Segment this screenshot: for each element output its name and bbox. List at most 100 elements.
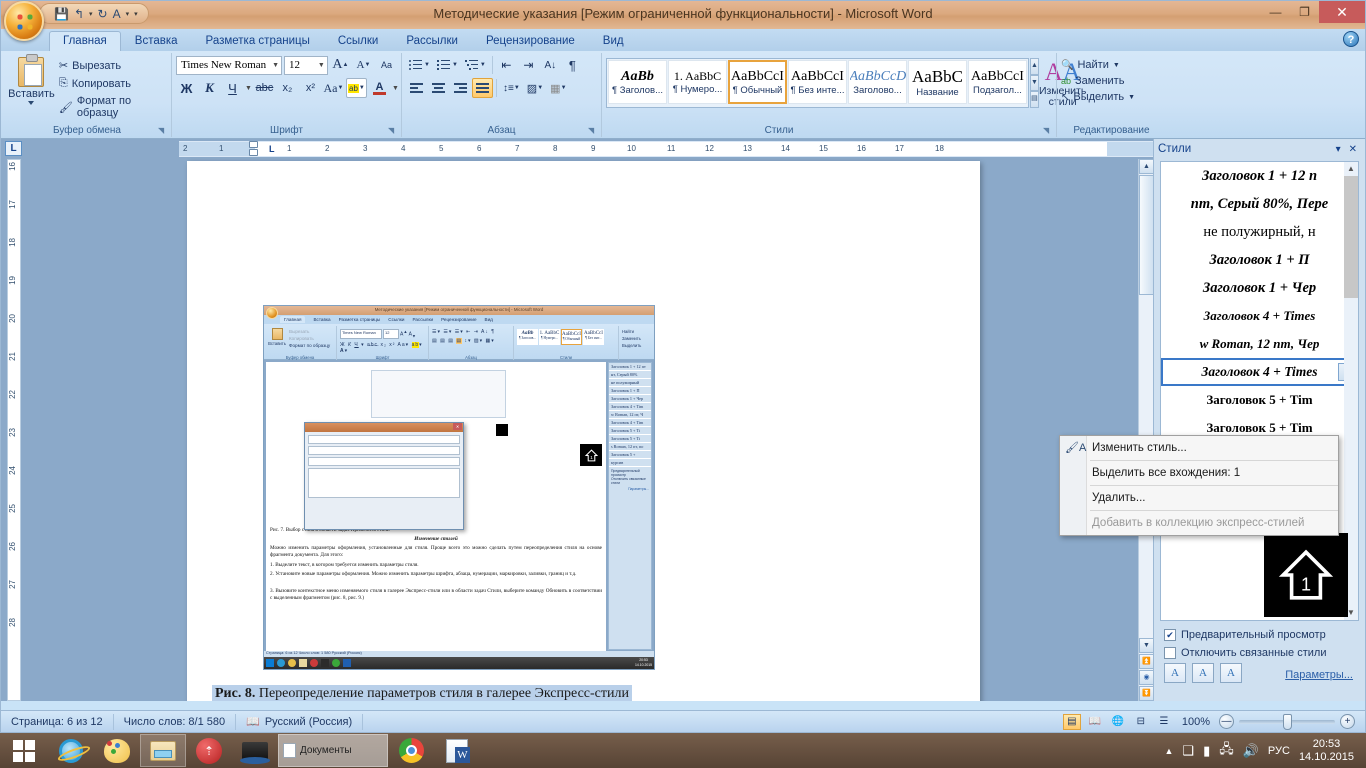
align-left-button[interactable] bbox=[406, 78, 427, 98]
cut-button[interactable]: ✂ Вырезать bbox=[56, 58, 167, 73]
scroll-down-button[interactable]: ▼ bbox=[1139, 638, 1154, 653]
view-print-layout-button[interactable]: ▤ bbox=[1062, 713, 1081, 730]
underline-button[interactable]: Ч bbox=[222, 78, 243, 98]
replace-button[interactable]: ab Заменить bbox=[1061, 75, 1162, 87]
gallery-scroll-up[interactable]: ▲ bbox=[1030, 58, 1039, 75]
shading-button[interactable]: ▨ ▼ bbox=[524, 78, 546, 98]
minimize-button[interactable]: — bbox=[1261, 1, 1290, 23]
taskbar-internet-explorer[interactable] bbox=[48, 734, 94, 767]
prev-page-button[interactable]: ⏫ bbox=[1139, 654, 1154, 669]
style-row[interactable]: Заголовок 1 + 12 п bbox=[1161, 162, 1358, 190]
superscript-button[interactable]: x² bbox=[300, 78, 321, 98]
select-button[interactable]: ↖ Выделить ▼ bbox=[1061, 91, 1162, 103]
page-indicator[interactable]: Страница: 6 из 12 bbox=[1, 713, 114, 730]
style-item-podzagolovok[interactable]: AaBbCcI Подзагол... bbox=[968, 60, 1027, 104]
zoom-slider-thumb[interactable] bbox=[1283, 713, 1292, 730]
zoom-level[interactable]: 100% bbox=[1178, 716, 1214, 728]
show-marks-button[interactable]: ¶ bbox=[562, 55, 583, 75]
battery-icon[interactable]: ▮ bbox=[1203, 743, 1210, 759]
disable-linked-checkbox-row[interactable]: Отключить связанные стили bbox=[1164, 647, 1326, 659]
disable-linked-checkbox[interactable] bbox=[1164, 647, 1176, 659]
underline-dropdown-icon[interactable]: ▼ bbox=[245, 85, 252, 92]
style-item-bez-intervala[interactable]: AaBbCcI ¶ Без инте... bbox=[788, 60, 847, 104]
hanging-indent-marker[interactable] bbox=[249, 149, 258, 156]
zoom-out-button[interactable]: — bbox=[1219, 714, 1234, 729]
copy-button[interactable]: ⎘ Копировать bbox=[56, 76, 167, 91]
gallery-more-button[interactable]: ▤ bbox=[1030, 91, 1039, 109]
style-item-obychnyj[interactable]: AaBbCcI ¶ Обычный bbox=[728, 60, 787, 104]
find-button[interactable]: 🔍 Найти ▼ bbox=[1061, 59, 1162, 71]
restore-button[interactable]: ❐ bbox=[1290, 1, 1319, 23]
clear-formatting-button[interactable]: Aa bbox=[376, 55, 397, 75]
network-icon[interactable]: 🖧 bbox=[1219, 740, 1234, 762]
scroll-thumb[interactable] bbox=[1139, 175, 1154, 295]
taskbar-paint[interactable] bbox=[94, 734, 140, 767]
multilevel-list-button[interactable]: ▼ bbox=[462, 55, 489, 75]
chevron-down-icon[interactable]: ▼ bbox=[268, 62, 279, 69]
scroll-up-button[interactable]: ▲ bbox=[1139, 159, 1154, 174]
style-row[interactable]: Заголовок 4 + Times bbox=[1161, 302, 1358, 330]
preview-checkbox-row[interactable]: ✔ Предварительный просмотр bbox=[1164, 629, 1326, 641]
style-item-nazvanie[interactable]: AaBbC Название bbox=[908, 60, 967, 104]
styles-scroll-thumb[interactable] bbox=[1344, 176, 1358, 298]
new-style-button[interactable]: A bbox=[1164, 663, 1186, 683]
view-web-layout-button[interactable]: 🌐 bbox=[1109, 714, 1127, 730]
shrink-font-button[interactable]: A ▼ bbox=[353, 55, 374, 75]
clock[interactable]: 20:53 14.10.2015 bbox=[1299, 738, 1354, 764]
style-row[interactable]: Заголовок 1 + Чер bbox=[1161, 274, 1358, 302]
first-line-indent-marker[interactable] bbox=[249, 141, 258, 148]
clipboard-dialog-launcher[interactable]: ◥ bbox=[158, 126, 168, 136]
font-name-combo[interactable]: Times New Roman ▼ bbox=[176, 55, 283, 75]
figure-caption[interactable]: Рис. 8. Переопределение параметров стиля… bbox=[212, 685, 632, 701]
style-item-zagolovok[interactable]: AaBbCcD Заголово... bbox=[848, 60, 907, 104]
volume-icon[interactable]: 🔊 bbox=[1243, 743, 1259, 759]
preview-checkbox[interactable]: ✔ bbox=[1164, 629, 1176, 641]
tab-glavnaya[interactable]: Главная bbox=[49, 31, 121, 51]
office-button[interactable] bbox=[4, 1, 44, 41]
increase-indent-button[interactable]: ⇥ bbox=[518, 55, 539, 75]
tab-vstavka[interactable]: Вставка bbox=[121, 31, 192, 51]
change-case-button[interactable]: Aa ▼ bbox=[323, 78, 344, 98]
document-scrollbar[interactable]: ▲ ▼ ⏫ ◉ ⏬ bbox=[1138, 159, 1154, 701]
view-draft-button[interactable]: ☰ bbox=[1155, 714, 1173, 730]
font-color-button[interactable]: A bbox=[369, 78, 390, 98]
style-row[interactable]: Заголовок 5 + Tim bbox=[1161, 386, 1358, 414]
manage-styles-button[interactable]: A bbox=[1220, 663, 1242, 683]
style-row-selected[interactable]: Заголовок 4 + Times ⌄ bbox=[1161, 358, 1358, 386]
ctx-select-all-instances[interactable]: Выделить все вхождения: 1 bbox=[1060, 463, 1338, 483]
taskbar-escape-app[interactable]: ⇡ bbox=[186, 734, 232, 767]
chevron-down-icon[interactable]: ▼ bbox=[314, 62, 325, 69]
bold-button[interactable]: Ж bbox=[176, 78, 197, 98]
gallery-scroll-down[interactable]: ▼ bbox=[1030, 74, 1039, 92]
align-justify-button[interactable] bbox=[472, 78, 493, 98]
sort-button[interactable]: A↓ bbox=[540, 55, 561, 75]
align-center-button[interactable] bbox=[428, 78, 449, 98]
tab-razmetka[interactable]: Разметка страницы bbox=[192, 31, 324, 51]
taskbar-laptop-app[interactable] bbox=[232, 734, 278, 767]
select-browse-object-button[interactable]: ◉ bbox=[1139, 670, 1154, 685]
font-dialog-launcher[interactable]: ◥ bbox=[388, 126, 398, 136]
horizontal-ruler[interactable]: 2 1 1 2 3 4 5 6 7 8 9 10 11 12 13 14 15 … bbox=[179, 141, 1153, 157]
font-color-dropdown-icon[interactable]: ▼ bbox=[392, 85, 399, 92]
taskbar-chrome[interactable] bbox=[388, 734, 434, 767]
paragraph-dialog-launcher[interactable]: ◥ bbox=[588, 126, 598, 136]
options-link[interactable]: Параметры... bbox=[1285, 669, 1353, 681]
numbering-button[interactable]: ▼ bbox=[434, 55, 461, 75]
vertical-ruler[interactable]: 16 17 18 19 20 21 22 23 24 25 26 27 28 bbox=[7, 159, 21, 701]
style-item-numerovannyj[interactable]: 1. AaBbC ¶ Нумеро... bbox=[668, 60, 727, 104]
start-button[interactable] bbox=[0, 733, 48, 768]
embedded-screenshot-image[interactable]: Методические указания [Режим ограниченно… bbox=[263, 305, 655, 670]
italic-button[interactable]: К bbox=[199, 78, 220, 98]
language-indicator[interactable]: 📖 Русский (Россия) bbox=[236, 713, 364, 730]
style-row[interactable]: Заголовок 1 + П bbox=[1161, 246, 1358, 274]
chevron-down-icon[interactable]: ▾ bbox=[1332, 144, 1345, 155]
grow-font-button[interactable]: A ▲ bbox=[330, 55, 351, 75]
zoom-slider[interactable] bbox=[1239, 713, 1335, 730]
view-full-screen-button[interactable]: 📖 bbox=[1086, 714, 1104, 730]
subscript-button[interactable]: x₂ bbox=[277, 78, 298, 98]
borders-button[interactable]: ▦ ▼ bbox=[547, 78, 569, 98]
styles-dialog-launcher[interactable]: ◥ bbox=[1043, 126, 1053, 136]
tab-marker[interactable]: L bbox=[269, 144, 275, 154]
word-count[interactable]: Число слов: 8/1 580 bbox=[114, 713, 237, 730]
view-outline-button[interactable]: ⊟ bbox=[1132, 714, 1150, 730]
